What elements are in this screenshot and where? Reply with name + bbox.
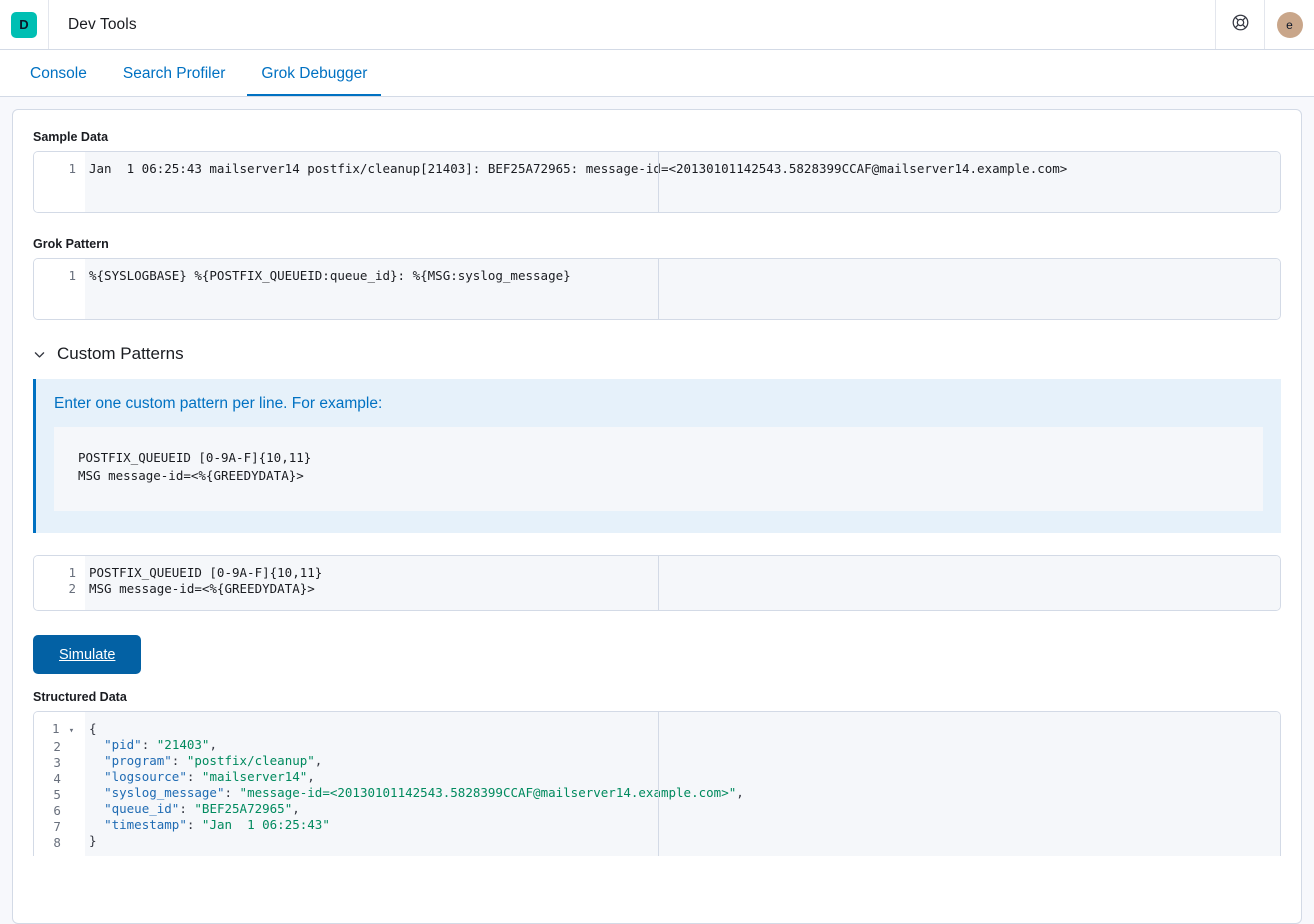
grok-pattern-code[interactable]: %{SYSLOGBASE} %{POSTFIX_QUEUEID:queue_id… [85,259,1280,319]
json-line: "logsource": "mailserver14", [89,769,1280,785]
line-number: 2 [34,581,76,597]
structured-data-label: Structured Data [33,690,1281,704]
app-header: D Dev Tools e [0,0,1314,50]
user-menu-button[interactable]: e [1264,0,1314,49]
callout-code-line: POSTFIX_QUEUEID [0-9A-F]{10,11} [78,449,1239,467]
json-token-key: "syslog_message" [104,785,224,800]
app-title: Dev Tools [49,16,137,34]
structured-data-code: { "pid": "21403", "program": "postfix/cl… [85,712,1280,856]
json-token-key: "program" [104,753,172,768]
json-token-key: "logsource" [104,769,187,784]
code-line: Jan 1 06:25:43 mailserver14 postfix/clea… [89,161,1280,177]
json-line: "pid": "21403", [89,737,1280,753]
line-number: 7 [34,819,76,835]
sample-data-label: Sample Data [33,130,1281,144]
custom-patterns-callout: Enter one custom pattern per line. For e… [33,379,1281,533]
json-token-pun: : [187,817,202,832]
code-line: %{SYSLOGBASE} %{POSTFIX_QUEUEID:queue_id… [89,268,1280,284]
json-token-key: "pid" [104,737,142,752]
json-token-str: "BEF25A72965" [194,801,292,816]
grok-debugger-panel: Sample Data 1 Jan 1 06:25:43 mailserver1… [12,109,1302,924]
json-token-pun: : [172,753,187,768]
json-line: "timestamp": "Jan 1 06:25:43" [89,817,1280,833]
custom-patterns-editor[interactable]: 12 POSTFIX_QUEUEID [0-9A-F]{10,11}MSG me… [33,555,1281,611]
sample-data-gutter: 1 [34,152,85,212]
editor-ruler [658,556,659,610]
line-number: 8 [34,835,76,851]
json-token-pun: , [736,785,744,800]
custom-patterns-gutter: 12 [34,556,85,610]
json-line: { [89,721,1280,737]
header-left-group: D Dev Tools [0,0,137,49]
sample-data-editor[interactable]: 1 Jan 1 06:25:43 mailserver14 postfix/cl… [33,151,1281,213]
sample-data-code[interactable]: Jan 1 06:25:43 mailserver14 postfix/clea… [85,152,1280,212]
callout-example-code: POSTFIX_QUEUEID [0-9A-F]{10,11}MSG messa… [54,427,1263,511]
line-number: 1 [34,565,76,581]
line-number: 6 [34,803,76,819]
code-line: POSTFIX_QUEUEID [0-9A-F]{10,11} [89,565,1280,581]
json-token-str: "mailserver14" [202,769,307,784]
json-token-str: "message-id=<20130101142543.5828399CCAF@… [240,785,737,800]
app-logo[interactable]: D [0,0,49,49]
line-number: 3 [34,755,76,771]
json-token-pun: : [224,785,239,800]
line-number: 4 [34,771,76,787]
json-line: "program": "postfix/cleanup", [89,753,1280,769]
custom-patterns-code[interactable]: POSTFIX_QUEUEID [0-9A-F]{10,11}MSG messa… [85,556,1280,610]
json-token-pun: : [187,769,202,784]
structured-data-output[interactable]: 1 ▾2 3 4 5 6 7 8 { "pid": "21403", "prog… [33,711,1281,856]
json-token-pun: { [89,721,97,736]
lifebuoy-icon [1231,13,1250,37]
grok-pattern-label: Grok Pattern [33,237,1281,251]
simulate-button[interactable]: Simulate [33,635,141,674]
json-token-str: "21403" [157,737,210,752]
json-token-pun: , [315,753,323,768]
json-token-str: "Jan 1 06:25:43" [202,817,330,832]
grok-pattern-editor[interactable]: 1 %{SYSLOGBASE} %{POSTFIX_QUEUEID:queue_… [33,258,1281,320]
code-line: MSG message-id=<%{GREEDYDATA}> [89,581,1280,597]
json-token-key: "queue_id" [104,801,179,816]
callout-code-line: MSG message-id=<%{GREEDYDATA}> [78,467,1239,485]
grok-pattern-gutter: 1 [34,259,85,319]
json-token-pun: , [209,737,217,752]
callout-title: Enter one custom pattern per line. For e… [54,395,1263,413]
line-number: 5 [34,787,76,803]
help-button[interactable] [1215,0,1264,49]
line-number: 1 [34,268,76,284]
line-number: 2 [34,739,76,755]
header-spacer [137,0,1215,49]
tab-search-profiler[interactable]: Search Profiler [109,66,240,97]
structured-data-gutter: 1 ▾2 3 4 5 6 7 8 [34,712,85,856]
json-token-pun: } [89,833,97,848]
editor-ruler [658,712,659,856]
fold-toggle-icon[interactable]: ▾ [67,723,76,739]
json-line: "queue_id": "BEF25A72965", [89,801,1280,817]
chevron-down-icon [33,348,46,361]
page-body: Sample Data 1 Jan 1 06:25:43 mailserver1… [0,97,1314,924]
logo-square-icon: D [11,12,37,38]
custom-patterns-title: Custom Patterns [57,344,184,364]
json-token-pun: : [179,801,194,816]
tab-grok-debugger[interactable]: Grok Debugger [247,66,381,97]
custom-patterns-toggle[interactable]: Custom Patterns [33,344,1281,364]
tab-bar: Console Search Profiler Grok Debugger [0,50,1314,97]
line-number: 1 [34,161,76,177]
json-line: } [89,833,1280,849]
json-line: "syslog_message": "message-id=<201301011… [89,785,1280,801]
simulate-button-label: Simulate [59,647,115,663]
editor-ruler [658,152,659,212]
json-token-pun: : [142,737,157,752]
header-right-group: e [1215,0,1314,49]
tab-console[interactable]: Console [16,66,101,97]
avatar: e [1277,12,1303,38]
line-number: 1 ▾ [34,721,76,739]
json-token-pun: , [292,801,300,816]
json-token-pun: , [307,769,315,784]
json-token-str: "postfix/cleanup" [187,753,315,768]
editor-ruler [658,259,659,319]
json-token-key: "timestamp" [104,817,187,832]
